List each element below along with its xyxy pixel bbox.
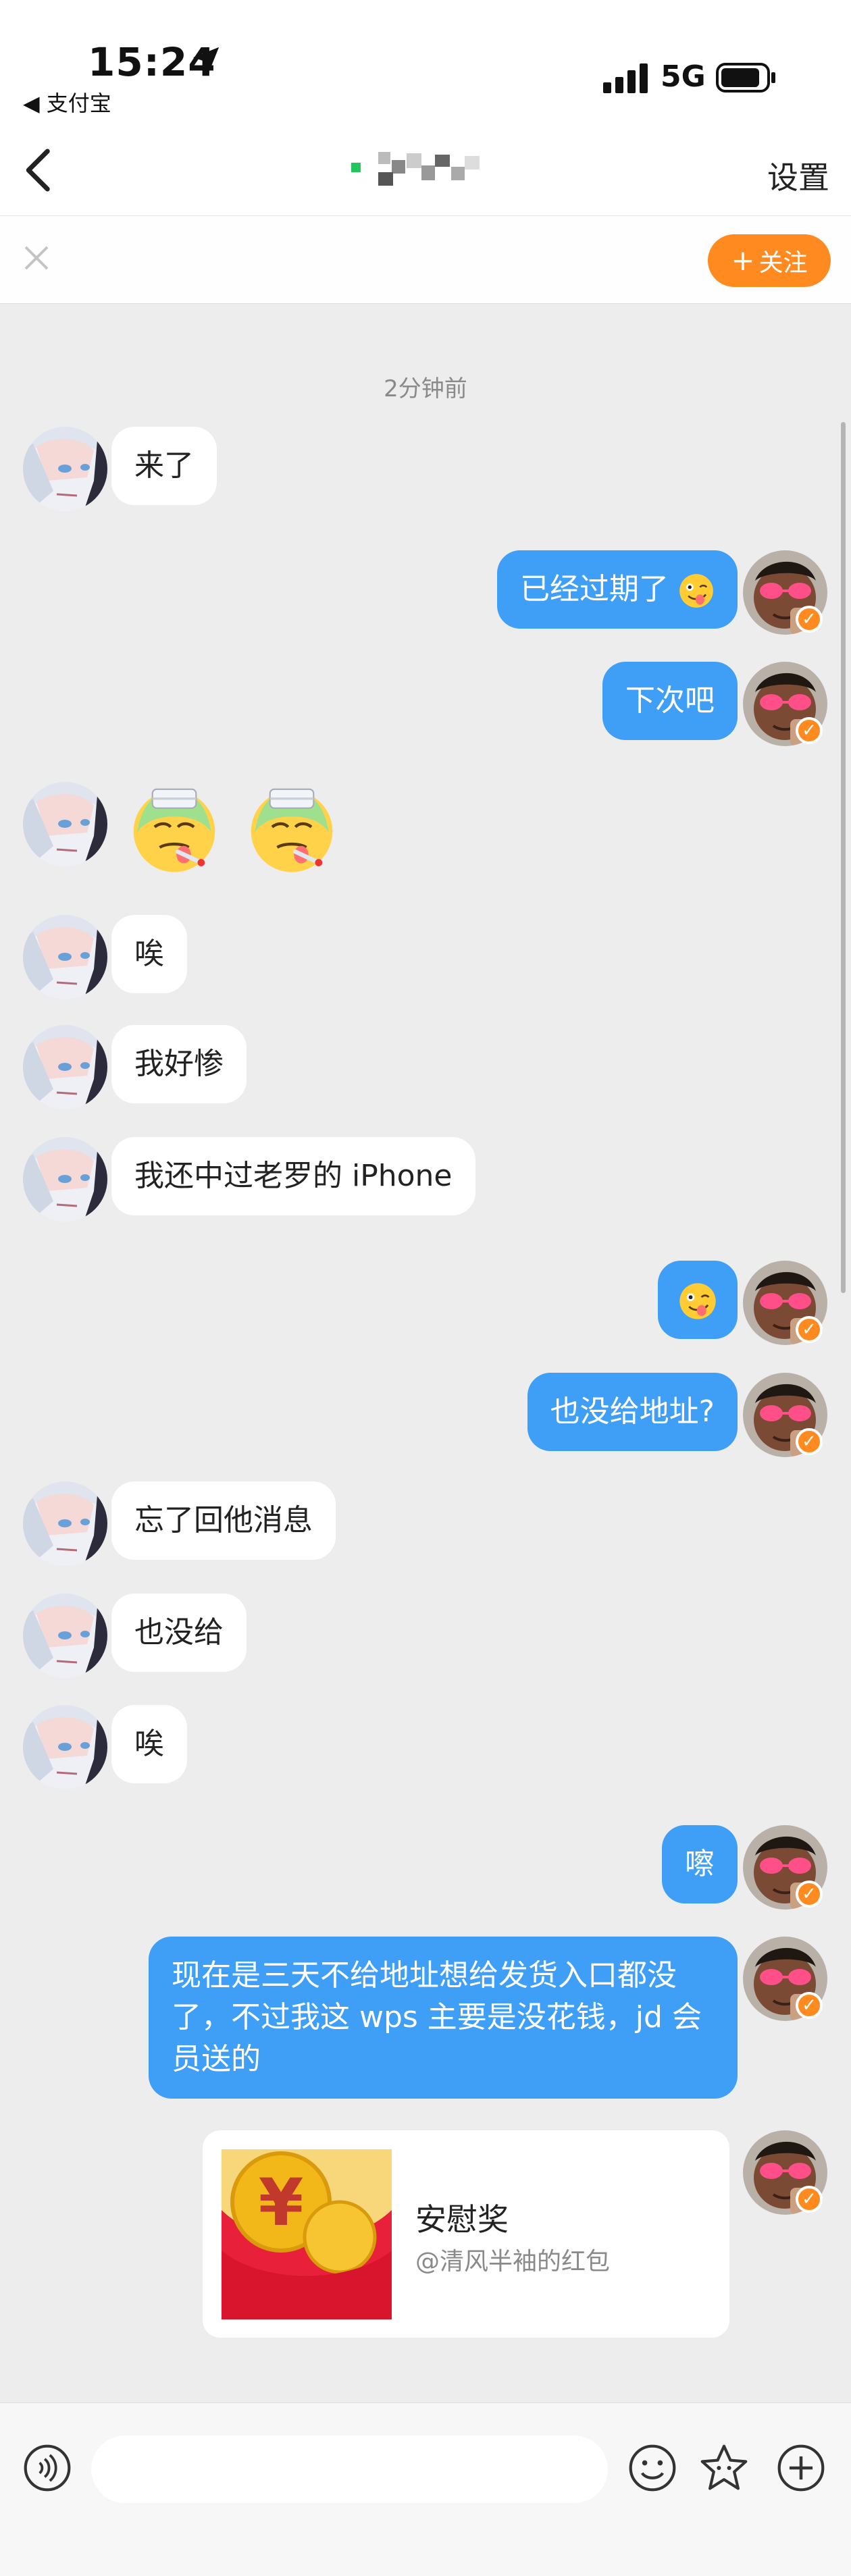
time-separator: 2分钟前 bbox=[384, 375, 467, 402]
back-to-app-link[interactable]: ◀ 支付宝 bbox=[23, 86, 111, 117]
location-arrow-icon bbox=[192, 47, 220, 74]
avatar-contact[interactable] bbox=[23, 1137, 107, 1221]
contact-name-redacted bbox=[351, 152, 480, 186]
avatar-contact[interactable] bbox=[23, 1481, 107, 1566]
message-bubble-in[interactable]: 唉 bbox=[111, 1705, 187, 1783]
red-packet-icon: ¥ bbox=[222, 2149, 392, 2319]
plus-icon: + bbox=[731, 244, 755, 277]
avatar-contact[interactable] bbox=[23, 915, 107, 999]
message-bubble-out[interactable]: 下次吧 bbox=[602, 662, 738, 740]
avatar-contact[interactable] bbox=[23, 1594, 107, 1678]
verified-badge-icon: ✓ bbox=[796, 1881, 823, 1908]
cellular-signal-icon bbox=[603, 63, 648, 93]
verified-badge-icon: ✓ bbox=[796, 1316, 823, 1343]
chat-header: 设置 bbox=[0, 125, 851, 216]
status-bar: 15:24 ◀ 支付宝 5G bbox=[0, 0, 851, 125]
emoji-icon[interactable] bbox=[627, 2442, 678, 2494]
message-bubble-out[interactable]: 已经过期了 bbox=[497, 550, 738, 629]
input-bar bbox=[0, 2402, 851, 2576]
message-bubble-in[interactable]: 唉 bbox=[111, 915, 187, 993]
avatar-contact[interactable] bbox=[23, 427, 107, 511]
sticker-icon[interactable] bbox=[698, 2442, 750, 2494]
settings-button[interactable]: 设置 bbox=[767, 153, 829, 198]
avatar-contact[interactable] bbox=[23, 1705, 107, 1789]
red-packet-subtitle: @清风半袖的红包 bbox=[415, 2248, 611, 2276]
back-arrow-icon[interactable] bbox=[19, 147, 59, 194]
plus-circle-icon[interactable] bbox=[775, 2442, 827, 2494]
follow-strip: + 关注 bbox=[0, 216, 851, 304]
close-icon[interactable] bbox=[23, 244, 50, 271]
verified-badge-icon: ✓ bbox=[796, 717, 823, 744]
message-bubble-out[interactable]: 现在是三天不给地址想给发货入口都没了，不过我这 wps 主要是没花钱，jd 会员… bbox=[149, 1937, 738, 2099]
follow-button[interactable]: + 关注 bbox=[708, 234, 831, 287]
message-bubble-in[interactable]: 也没给 bbox=[111, 1594, 247, 1672]
battery-icon bbox=[716, 63, 775, 93]
verified-badge-icon: ✓ bbox=[796, 1428, 823, 1455]
svg-text:¥: ¥ bbox=[259, 2165, 304, 2240]
tongue-face-emoji-icon bbox=[678, 573, 715, 609]
follow-label: 关注 bbox=[758, 249, 808, 277]
avatar-contact[interactable] bbox=[23, 1025, 107, 1109]
message-bubble-in[interactable]: 我好惨 bbox=[111, 1025, 247, 1103]
message-bubble-out[interactable] bbox=[658, 1261, 738, 1339]
red-packet-title: 安慰奖 bbox=[415, 2201, 509, 2238]
scrollbar[interactable] bbox=[841, 422, 846, 1293]
message-bubble-in[interactable]: 忘了回他消息 bbox=[111, 1481, 336, 1560]
message-bubble-out[interactable]: 嚓 bbox=[662, 1825, 738, 1903]
verified-badge-icon: ✓ bbox=[796, 2186, 823, 2213]
red-packet-card[interactable]: ¥ 安慰奖 @清风半袖的红包 bbox=[203, 2130, 729, 2338]
voice-icon[interactable] bbox=[22, 2442, 73, 2494]
verified-badge-icon: ✓ bbox=[796, 1992, 823, 2019]
sick-face-emoji-icon[interactable] bbox=[244, 782, 339, 876]
sick-face-emoji-icon[interactable] bbox=[127, 782, 222, 876]
message-input[interactable] bbox=[91, 2436, 608, 2503]
avatar-contact[interactable] bbox=[23, 782, 107, 866]
message-bubble-out[interactable]: 也没给地址? bbox=[527, 1373, 738, 1451]
message-text: 已经过期了 bbox=[520, 572, 669, 606]
verified-badge-icon: ✓ bbox=[796, 606, 823, 633]
network-type: 5G bbox=[661, 59, 706, 94]
message-bubble-in[interactable]: 来了 bbox=[111, 427, 217, 505]
message-bubble-in[interactable]: 我还中过老罗的 iPhone bbox=[111, 1137, 475, 1215]
tongue-face-emoji-icon bbox=[678, 1282, 717, 1321]
